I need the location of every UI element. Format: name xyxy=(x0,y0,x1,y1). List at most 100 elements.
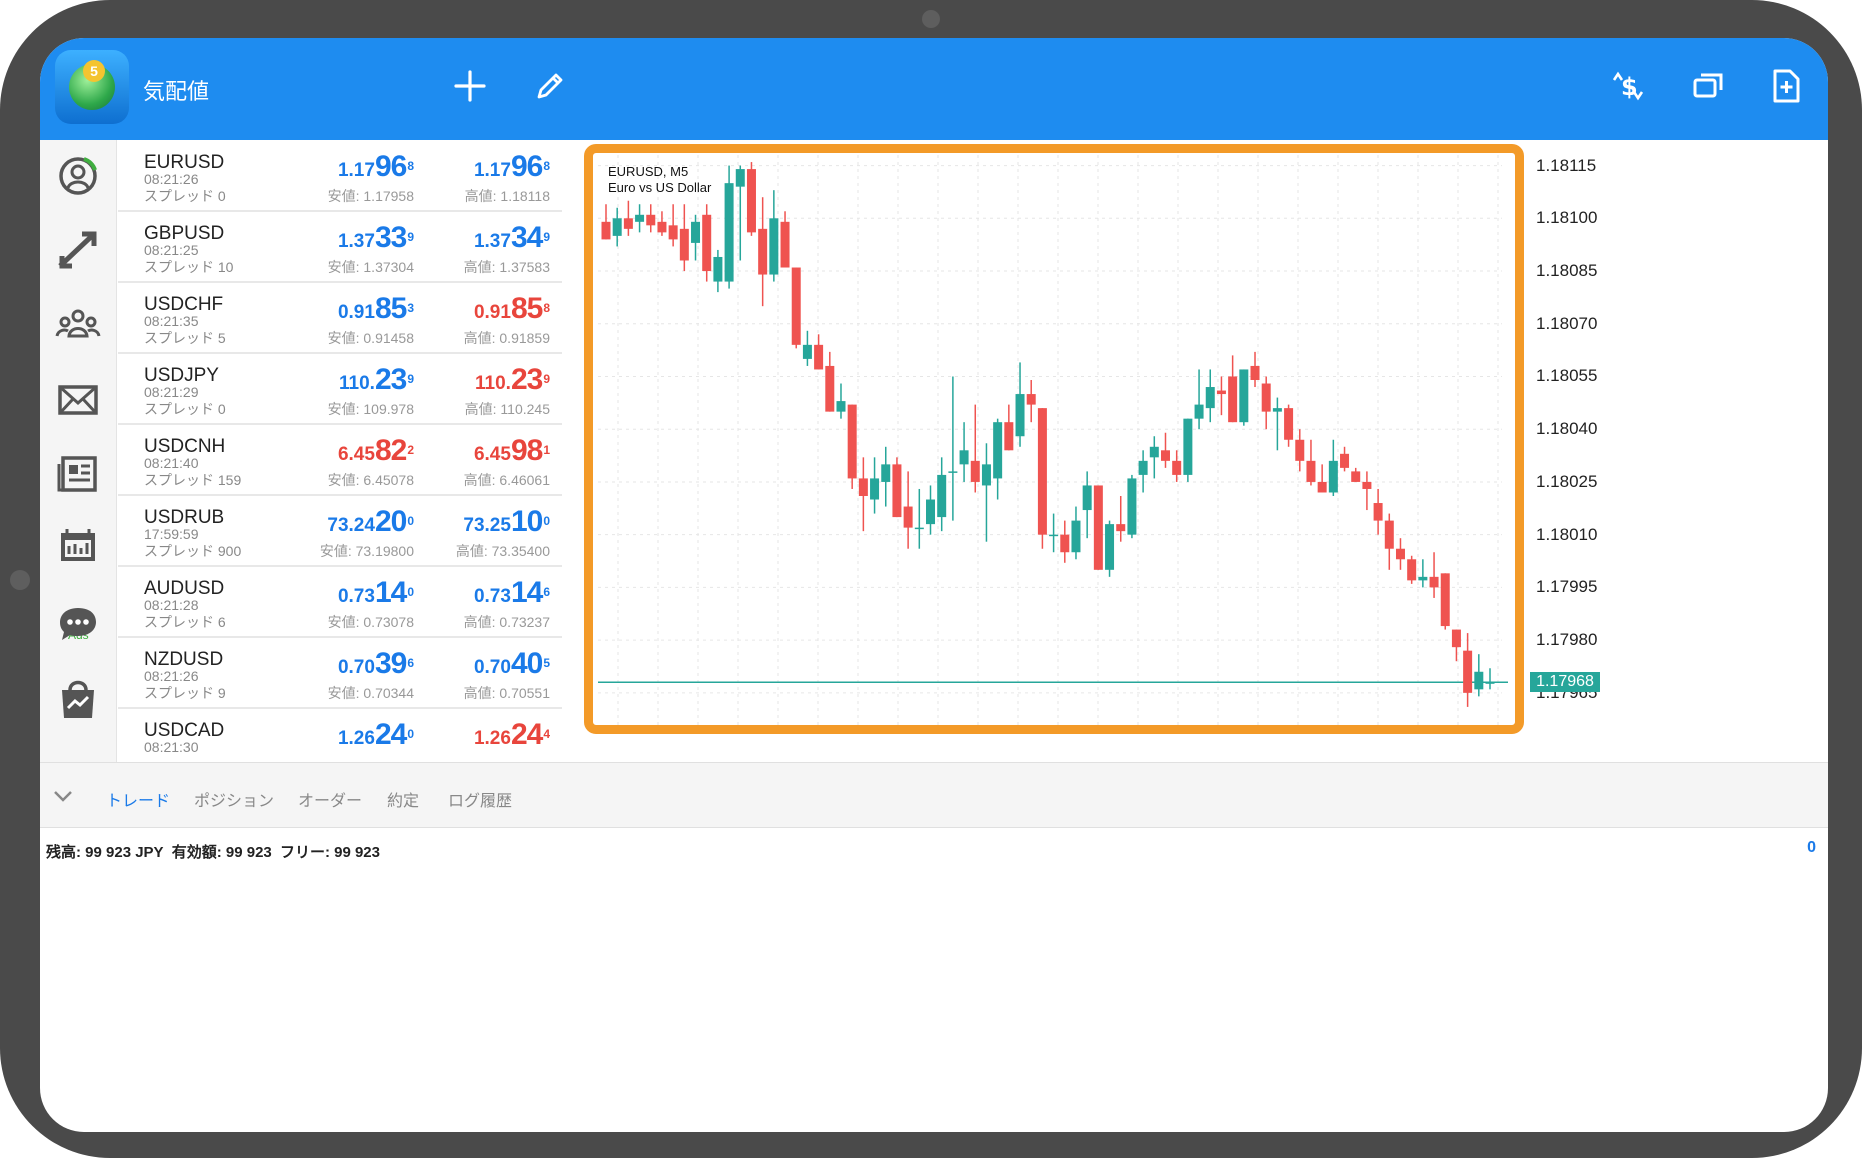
candle-down xyxy=(1037,408,1047,535)
ask-price[interactable]: 0.73146 xyxy=(474,576,550,610)
candle-up xyxy=(1015,394,1025,437)
bid-price[interactable]: 6.45822 xyxy=(338,434,414,468)
price-part: 0.73 xyxy=(473,586,511,607)
candle-down xyxy=(1284,408,1294,440)
price-part: 0.91 xyxy=(473,302,511,323)
bid-price[interactable]: 0.70396 xyxy=(338,647,414,681)
candle-down xyxy=(668,225,678,240)
bid-price[interactable]: 1.26240 xyxy=(338,718,414,752)
current-price-tag: 1.17968 xyxy=(1530,672,1600,693)
candle-down xyxy=(758,228,768,275)
low-price-label: 安値: 1.17958 xyxy=(327,188,414,204)
candle-down xyxy=(702,214,712,272)
candle-down xyxy=(1160,450,1170,461)
chart-panel[interactable]: EURUSD, M5 Euro vs US Dollar 1.18115 1.18… xyxy=(564,140,1828,762)
quote-row[interactable]: USDCHF 08:21:35 スプレッド 5 0.91853 0.91858 安値: 0… xyxy=(118,282,562,354)
tab-orders[interactable]: オーダー xyxy=(298,787,362,811)
bid-price[interactable]: 0.91853 xyxy=(338,292,414,326)
price-part: 10 xyxy=(510,505,543,538)
price-part: 1.26 xyxy=(473,728,511,749)
bid-price[interactable]: 1.17968 xyxy=(338,150,414,184)
quote-row[interactable]: USDRUB 17:59:59 スプレッド 900 73.24200 73.25100 安… xyxy=(118,495,562,567)
trade-icon[interactable] xyxy=(50,222,106,278)
quote-row[interactable]: GBPUSD 08:21:25 スプレッド 10 1.37339 1.37349 安値: … xyxy=(118,211,562,283)
quote-row[interactable]: USDCAD 08:21:30 1.26240 1.26244 xyxy=(118,708,562,762)
ask-price[interactable]: 0.70405 xyxy=(474,647,550,681)
quote-row[interactable]: USDCNH 08:21:40 スプレッド 159 6.45822 6.45981 安値:… xyxy=(118,424,562,496)
candle-up xyxy=(1082,485,1092,511)
mail-icon[interactable] xyxy=(50,372,106,428)
ask-price[interactable]: 6.45981 xyxy=(474,434,550,468)
price-part: 40 xyxy=(510,647,543,680)
candle-up xyxy=(802,344,812,359)
price-axis-tick: 1.18025 xyxy=(1536,471,1598,491)
chat-icon[interactable] xyxy=(50,596,106,652)
bid-price[interactable]: 73.24200 xyxy=(327,505,414,539)
candle-up xyxy=(735,169,745,187)
price-axis-tick: 1.18010 xyxy=(1536,524,1598,544)
price-part: 0 xyxy=(407,726,414,741)
candle-down xyxy=(1216,390,1226,395)
news-icon[interactable] xyxy=(50,446,106,502)
candle-down xyxy=(646,214,656,226)
price-axis-tick: 1.18040 xyxy=(1536,419,1598,439)
quote-row[interactable]: NZDUSD 08:21:26 スプレッド 9 0.70396 0.70405 安値: 0… xyxy=(118,637,562,709)
candle-down xyxy=(1384,520,1394,549)
currency-exchange-icon[interactable]: $ xyxy=(1608,66,1648,106)
spread-label: スプレッド 159 xyxy=(144,472,242,488)
candle-up xyxy=(993,422,1003,479)
ask-price[interactable]: 1.17968 xyxy=(474,150,550,184)
quote-row[interactable]: USDJPY 08:21:29 スプレッド 0 110.239 110.239 安値: 1… xyxy=(118,353,562,425)
ask-price[interactable]: 110.239 xyxy=(475,363,550,397)
quote-row[interactable]: AUDUSD 08:21:28 スプレッド 6 0.73140 0.73146 安値: 0… xyxy=(118,566,562,638)
tab-trade[interactable]: トレード xyxy=(106,787,170,811)
quote-time: 08:21:26 xyxy=(144,668,199,684)
ask-price[interactable]: 0.91858 xyxy=(474,292,550,326)
candle-up xyxy=(691,221,701,243)
window-switch-icon[interactable] xyxy=(1688,66,1728,106)
candlestick-chart[interactable] xyxy=(564,140,1828,762)
low-price-label: 安値: 6.45078 xyxy=(327,472,414,488)
candle-up xyxy=(959,450,969,465)
candle-down xyxy=(847,404,857,479)
quote-row[interactable]: EURUSD 08:21:26 スプレッド 0 1.17968 1.17968 安値: 1… xyxy=(118,140,562,212)
candle-down xyxy=(1373,503,1383,521)
ask-price[interactable]: 1.37349 xyxy=(474,221,550,255)
candle-down xyxy=(1362,481,1372,489)
low-price-label: 安値: 1.37304 xyxy=(327,259,414,275)
tab-deals[interactable]: 約定 xyxy=(387,787,419,811)
chevron-down-icon[interactable] xyxy=(50,783,76,809)
price-part: 23 xyxy=(374,363,407,396)
high-price-label: 高値: 110.245 xyxy=(464,401,550,417)
pencil-icon[interactable] xyxy=(530,66,570,106)
price-axis-tick: 1.17980 xyxy=(1536,630,1598,650)
bid-price[interactable]: 0.73140 xyxy=(338,576,414,610)
candle-down xyxy=(814,344,824,370)
candle-down xyxy=(1295,439,1305,461)
ask-price[interactable]: 73.25100 xyxy=(463,505,550,539)
account-summary: 残高: 99 923 JPY 有効額: 99 923 フリー: 99 923 xyxy=(46,841,384,862)
quote-time: 08:21:30 xyxy=(144,739,199,755)
price-part: 98 xyxy=(510,434,543,467)
quotes-icon[interactable] xyxy=(50,148,106,204)
tab-positions[interactable]: ポジション xyxy=(194,787,274,811)
candle-up xyxy=(1127,478,1137,535)
low-price-label: 安値: 0.91458 xyxy=(327,330,414,346)
market-icon[interactable] xyxy=(50,670,106,726)
plus-icon[interactable] xyxy=(450,66,490,106)
spread-label: スプレッド 5 xyxy=(144,330,226,346)
calendar-icon[interactable] xyxy=(50,520,106,576)
candle-up xyxy=(1485,682,1495,684)
bid-price[interactable]: 1.37339 xyxy=(338,221,414,255)
price-part: 0.70 xyxy=(337,657,375,678)
candle-down xyxy=(1004,422,1014,451)
bid-price[interactable]: 110.239 xyxy=(339,363,414,397)
ask-price[interactable]: 1.26244 xyxy=(474,718,550,752)
app-logo[interactable]: 5 xyxy=(55,50,129,124)
tab-log-history[interactable]: ログ履歴 xyxy=(448,787,512,811)
community-icon[interactable] xyxy=(50,296,106,352)
low-price-label: 安値: 0.70344 xyxy=(327,685,414,701)
new-document-icon[interactable] xyxy=(1766,66,1806,106)
price-axis-tick: 1.18115 xyxy=(1536,155,1597,175)
price-part: 73.25 xyxy=(463,515,511,536)
